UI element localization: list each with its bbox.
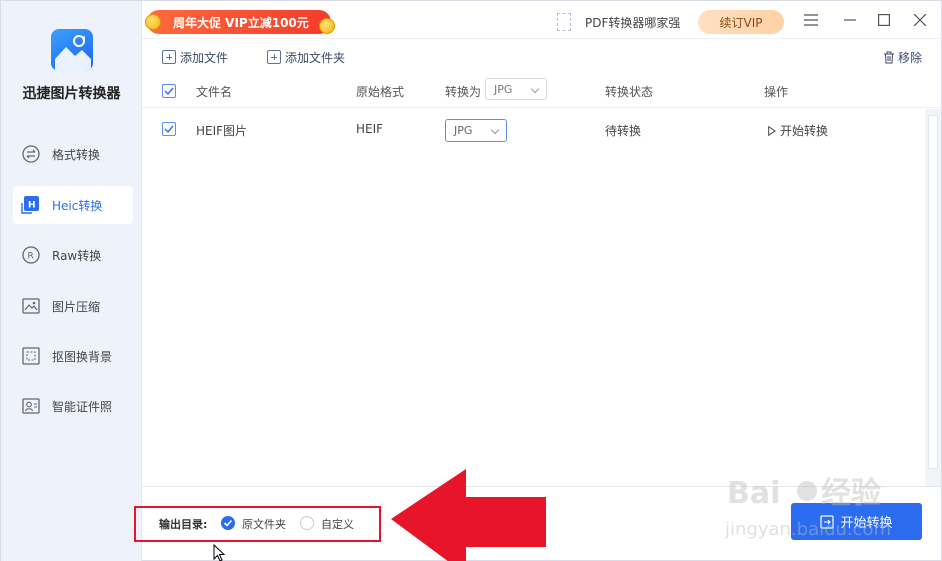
menu-icon[interactable] [802,11,820,29]
format-convert-icon [21,144,41,164]
pdf-converter-link[interactable]: PDF转换器哪家强 [557,13,680,31]
sidebar-item-id-photo[interactable]: 智能证件照 [13,387,133,425]
sidebar-item-label: 格式转换 [52,147,101,162]
row-format-value: JPG [454,124,473,137]
sidebar: 迅捷图片转换器 格式转换 H Heic转换 R Raw转换 图片压缩 抠图换背景… [1,1,142,561]
sidebar-item-heic[interactable]: H Heic转换 [13,186,133,224]
svg-text:经验: 经验 [821,476,881,511]
sidebar-item-label: Raw转换 [52,248,102,263]
app-window: 迅捷图片转换器 格式转换 H Heic转换 R Raw转换 图片压缩 抠图换背景… [0,0,942,561]
header-filename: 文件名 [196,85,233,99]
chevron-down-icon [490,125,500,135]
sidebar-item-label: Heic转换 [52,198,103,213]
svg-text:R: R [28,252,34,262]
add-file-icon [162,50,176,64]
minimize-icon[interactable] [841,11,859,29]
radio-original-folder-label: 原文件夹 [242,518,286,531]
sidebar-item-image-compress[interactable]: 图片压缩 [13,287,133,325]
promo-banner[interactable]: 周年大促 VIP立减100元 [145,10,335,34]
row-start-convert-link[interactable]: 开始转换 [768,122,828,139]
table-header: 文件名 原始格式 转换为 JPG 转换状态 操作 [142,74,941,108]
add-file-button[interactable]: 添加文件 [162,47,228,67]
convert-all-select[interactable]: JPG [485,78,547,100]
raw-icon: R [21,245,41,265]
annotation-arrow [389,467,549,561]
sidebar-item-label: 抠图换背景 [52,349,113,364]
header-original-format: 原始格式 [356,85,405,99]
radio-original-folder[interactable] [221,516,235,530]
close-icon[interactable] [911,11,929,29]
remove-button[interactable]: 移除 [883,47,922,67]
row-format-select[interactable]: JPG [445,119,507,142]
sidebar-item-raw[interactable]: R Raw转换 [13,236,133,274]
svg-text:jingyan.baidu.com: jingyan.baidu.com [724,519,891,540]
maximize-icon[interactable] [875,11,893,29]
output-dir-label: 输出目录: [159,518,208,531]
cutout-icon [21,346,41,366]
svg-text:Bai: Bai [727,476,780,511]
image-compress-icon [21,296,41,316]
vertical-scrollbar[interactable] [925,109,941,487]
select-all-checkbox[interactable] [162,84,176,98]
toolbar-divider [142,38,941,39]
pdf-link-text: PDF转换器哪家强 [585,15,681,30]
app-title: 迅捷图片转换器 [22,86,121,102]
coin-icon [145,14,161,30]
convert-all-value: JPG [494,82,513,96]
trash-icon [883,51,895,64]
sidebar-item-label: 图片压缩 [52,299,101,314]
add-folder-label: 添加文件夹 [285,50,346,65]
header-action: 操作 [764,85,789,99]
add-file-label: 添加文件 [180,50,229,65]
row-action-label: 开始转换 [780,124,829,138]
radio-custom-label: 自定义 [321,518,354,531]
sidebar-item-cutout[interactable]: 抠图换背景 [13,337,133,375]
document-icon [557,13,571,31]
sidebar-item-format-convert[interactable]: 格式转换 [13,135,133,173]
header-convert-to: 转换为 [445,85,482,99]
sidebar-item-label: 智能证件照 [52,399,113,414]
chevron-down-icon [530,84,540,94]
scroll-thumb[interactable] [928,115,938,469]
renew-vip-button[interactable]: 续订VIP [698,10,784,34]
heic-icon: H [21,195,41,215]
id-photo-icon [21,396,41,416]
app-logo [51,29,93,71]
remove-label: 移除 [898,50,923,65]
row-original-format: HEIF [356,122,384,136]
promo-text: 周年大促 VIP立减100元 [173,15,309,30]
svg-text:H: H [28,201,36,211]
add-folder-button[interactable]: 添加文件夹 [267,47,345,67]
row-status: 待转换 [605,124,642,138]
row-filename: HEIF图片 [196,124,248,138]
play-icon [768,125,776,136]
radio-custom[interactable] [300,516,314,530]
coin-icon [319,18,335,34]
mouse-cursor-icon [213,543,226,561]
table-row: HEIF图片 HEIF JPG 待转换 开始转换 [142,111,922,149]
header-status: 转换状态 [605,85,654,99]
add-folder-icon [267,50,281,64]
watermark-logo: Bai 经验 jingyan.baidu.com [721,461,921,541]
row-checkbox[interactable] [162,122,176,136]
